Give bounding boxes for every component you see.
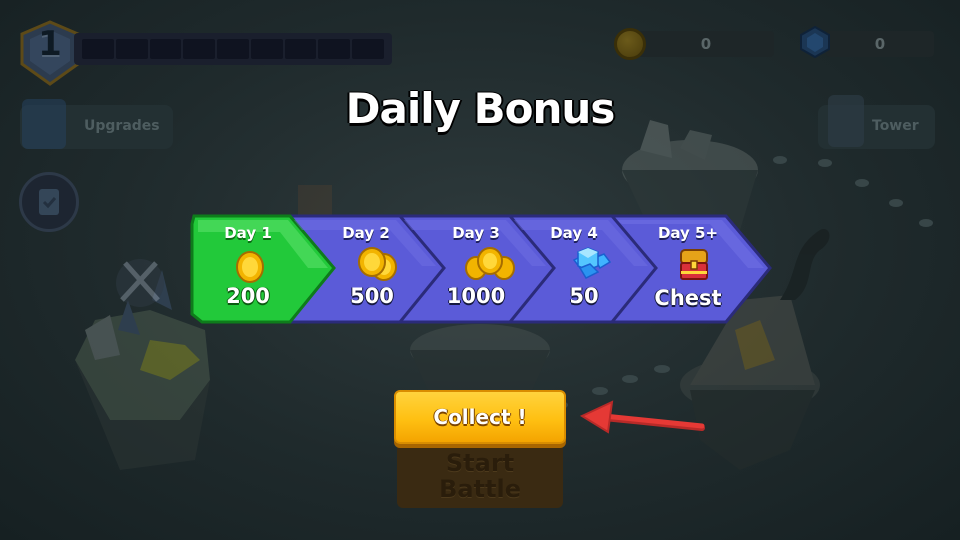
day-5-reward-value: Chest <box>654 286 722 310</box>
day-1-reward-value: 200 <box>226 284 270 308</box>
day-3-label: Day 3 <box>452 224 500 242</box>
coin-pile-icon <box>465 247 515 280</box>
coin-icon <box>614 28 646 60</box>
daily-bonus-track: Day 1 Day 2 Day 3 Day 4 Day 5+ 200 500 1… <box>190 214 772 324</box>
xp-segment <box>115 39 148 59</box>
popup-title: Daily Bonus <box>345 84 616 133</box>
xp-segment <box>318 39 351 59</box>
start-battle-label-line-1: Start <box>445 449 515 477</box>
collect-button[interactable]: Collect ! <box>394 390 566 444</box>
xp-segment <box>183 39 216 59</box>
xp-segment <box>284 39 317 59</box>
day-3-reward-value: 1000 <box>446 284 506 308</box>
crossed-swords-icon <box>116 259 164 307</box>
gem-counter: 0 <box>826 31 934 57</box>
coin-stack-icon <box>358 247 397 281</box>
coin-counter: 0 <box>638 31 774 57</box>
day-5-label: Day 5+ <box>657 224 719 242</box>
coin-icon <box>236 251 264 283</box>
start-battle-button: Start Battle <box>397 444 563 508</box>
quest-scroll-button[interactable] <box>19 172 79 232</box>
day-4-label: Day 4 <box>550 224 598 242</box>
level-number: 1 <box>38 24 62 64</box>
start-battle-label-line-2: Battle <box>439 475 521 503</box>
treasure-chest-icon <box>680 249 708 280</box>
pointer-arrow-icon <box>579 400 705 434</box>
xp-segment <box>352 39 385 59</box>
xp-segment <box>217 39 249 59</box>
scroll-icon <box>39 189 59 215</box>
gem-cluster-icon <box>572 247 612 279</box>
day-2-label: Day 2 <box>342 224 390 242</box>
pillar <box>298 185 332 215</box>
day-2-reward-value: 500 <box>350 284 394 308</box>
day-4-reward-value: 50 <box>569 284 599 308</box>
xp-progress-bar <box>74 33 392 65</box>
xp-segment <box>82 39 114 59</box>
gem-icon <box>800 26 830 58</box>
day-1-label: Day 1 <box>224 224 272 242</box>
xp-segment <box>250 39 283 59</box>
xp-segment <box>149 39 182 59</box>
